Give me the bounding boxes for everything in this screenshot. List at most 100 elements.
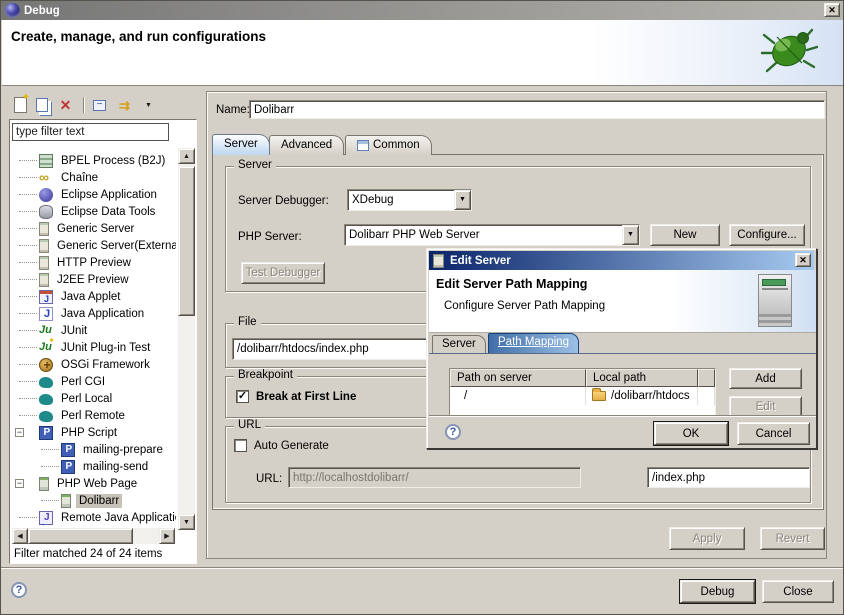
tree-vertical-scrollbar[interactable]: ▲ ▼ [178, 148, 195, 530]
tree-item-j2ee-preview[interactable]: J2EE Preview [11, 271, 176, 288]
duplicate-icon[interactable] [36, 98, 48, 112]
bpel-process-icon [39, 154, 53, 168]
url-path-input[interactable] [647, 467, 810, 488]
tree-item-label: PHP Script [58, 426, 120, 440]
tree-item-label: Eclipse Application [58, 188, 160, 202]
tree-item-label: Eclipse Data Tools [58, 205, 158, 219]
tree-item-java-applet[interactable]: Java Applet [11, 288, 176, 305]
tree-connector [41, 466, 59, 467]
tree-item-generic-server[interactable]: Generic Server [11, 220, 176, 237]
tree-item-label: mailing-prepare [80, 443, 166, 457]
window-title: Debug [24, 5, 60, 17]
config-name-input[interactable] [249, 100, 825, 119]
column-header-local-path[interactable]: Local path [586, 369, 698, 387]
tab-server-settings[interactable]: Server [432, 335, 486, 353]
type-filter-input[interactable] [12, 123, 169, 141]
column-header-path-on-server[interactable]: Path on server [450, 369, 586, 387]
tree-item-label: HTTP Preview [54, 256, 134, 270]
tree-item-cha-ne[interactable]: Chaîne [11, 169, 176, 186]
delete-icon[interactable]: ✕ [57, 97, 74, 114]
window-close-button[interactable]: ✕ [824, 3, 840, 17]
edit-server-button-bar: ? OK Cancel [429, 415, 816, 448]
new-launch-config-icon[interactable] [14, 97, 27, 113]
breakpoint-group-label: Breakpoint [234, 369, 297, 381]
horizontal-scroll-thumb[interactable] [28, 528, 133, 544]
scroll-left-icon[interactable]: ◀ [12, 528, 28, 544]
toolbar-separator [83, 97, 84, 113]
tree-item-mailing-send[interactable]: mailing-send [11, 458, 176, 475]
php-server-select[interactable]: Dolibarr PHP Web Server ▼ [344, 224, 640, 246]
url-label: URL: [256, 473, 282, 485]
tab-common[interactable]: Common [345, 135, 432, 155]
cancel-button[interactable]: Cancel [737, 422, 810, 445]
tree-item-mailing-prepare[interactable]: mailing-prepare [11, 441, 176, 458]
collapse-all-icon[interactable]: − [93, 100, 106, 111]
revert-button[interactable]: Revert [760, 527, 825, 550]
tree-connector [19, 517, 37, 518]
scroll-down-icon[interactable]: ▼ [178, 514, 195, 530]
tree-item-eclipse-application[interactable]: Eclipse Application [11, 186, 176, 203]
tree-item-label: JUnit [58, 324, 90, 338]
auto-generate-checkbox[interactable] [234, 439, 247, 452]
tree-connector [19, 245, 37, 246]
tree-item-label: Perl Local [58, 392, 115, 406]
tab-advanced[interactable]: Advanced [269, 135, 344, 155]
dialog-help-icon[interactable]: ? [445, 424, 461, 440]
add-mapping-button[interactable]: Add [729, 368, 802, 389]
tree-item-php-script[interactable]: − PHP Script [11, 424, 176, 441]
server-debugger-select[interactable]: XDebug ▼ [347, 189, 472, 211]
tree-connector [19, 415, 37, 416]
debug-button[interactable]: Debug [680, 580, 755, 603]
tree-item-perl-local[interactable]: Perl Local [11, 390, 176, 407]
tree-item-remote-java-application[interactable]: Remote Java Application [11, 509, 176, 526]
filter-status-text: Filter matched 24 of 24 items [14, 548, 162, 560]
tree-horizontal-scrollbar[interactable]: ◀ ▶ [12, 528, 175, 544]
tree-item-osgi-framework[interactable]: OSGi Framework [11, 356, 176, 373]
edit-mapping-button[interactable]: Edit [729, 396, 802, 415]
tree-connector [41, 500, 59, 501]
test-debugger-button[interactable]: Test Debugger [241, 262, 325, 284]
eclipse-logo-icon [5, 3, 20, 18]
tree-item-generic-server-external-la[interactable]: Generic Server(External La [11, 237, 176, 254]
vertical-scroll-thumb[interactable] [178, 166, 195, 316]
apply-button[interactable]: Apply [669, 527, 745, 550]
filter-launch-configs-icon[interactable]: ⇉ [119, 97, 136, 114]
tree-item-junit[interactable]: JUnit [11, 322, 176, 339]
folder-icon [592, 391, 606, 401]
url-base-input[interactable] [288, 467, 581, 488]
tree-item-java-application[interactable]: Java Application [11, 305, 176, 322]
edit-server-tabs: Server Path Mapping [429, 333, 816, 353]
ok-button[interactable]: OK [654, 422, 728, 445]
tree-item-bpel-process-b2j[interactable]: BPEL Process (B2J) [11, 152, 176, 169]
tab-server[interactable]: Server [212, 134, 270, 155]
tree-item-perl-remote[interactable]: Perl Remote [11, 407, 176, 424]
chevron-down-icon[interactable]: ▼ [454, 190, 471, 210]
break-first-line-checkbox[interactable]: ✓ [236, 390, 249, 403]
tree-item-eclipse-data-tools[interactable]: Eclipse Data Tools [11, 203, 176, 220]
scroll-right-icon[interactable]: ▶ [159, 528, 175, 544]
tab-path-mapping[interactable]: Path Mapping [488, 333, 579, 353]
tree-item-php-web-page[interactable]: −PHP Web Page [11, 475, 176, 492]
tree-item-label: Remote Java Application [58, 511, 176, 525]
close-button[interactable]: Close [762, 580, 834, 603]
tree-item-dolibarr[interactable]: Dolibarr [11, 492, 176, 509]
tree-item-junit-plug-in-test[interactable]: JUnit Plug-in Test [11, 339, 176, 356]
menu-dropdown-icon[interactable]: ▼ [145, 97, 162, 114]
tree-item-http-preview[interactable]: HTTP Preview [11, 254, 176, 271]
path-mapping-row[interactable]: //dolibarr/htdocs [450, 387, 715, 405]
scroll-up-icon[interactable]: ▲ [178, 148, 195, 164]
configure-button[interactable]: Configure... [729, 224, 805, 246]
dialog-banner: Create, manage, and run configurations [2, 20, 844, 86]
local-path-value: /dolibarr/htdocs [611, 390, 690, 402]
edit-server-dialog: Edit Server ✕ Edit Server Path Mapping C… [426, 248, 817, 449]
collapse-expander-icon[interactable]: − [15, 479, 24, 488]
collapse-expander-icon[interactable]: − [15, 428, 24, 437]
name-label: Name: [216, 104, 250, 116]
launch-config-sidebar: ✕ − ⇉ ▼ BPEL Process (B2J)Chaîne Eclipse … [9, 91, 197, 564]
tree-item-perl-cgi[interactable]: Perl CGI [11, 373, 176, 390]
remote-java-icon [39, 511, 53, 525]
new-server-button[interactable]: New [650, 224, 720, 246]
help-icon[interactable]: ? [11, 582, 27, 598]
edit-server-close-button[interactable]: ✕ [795, 253, 811, 267]
chevron-down-icon[interactable]: ▼ [622, 225, 639, 245]
